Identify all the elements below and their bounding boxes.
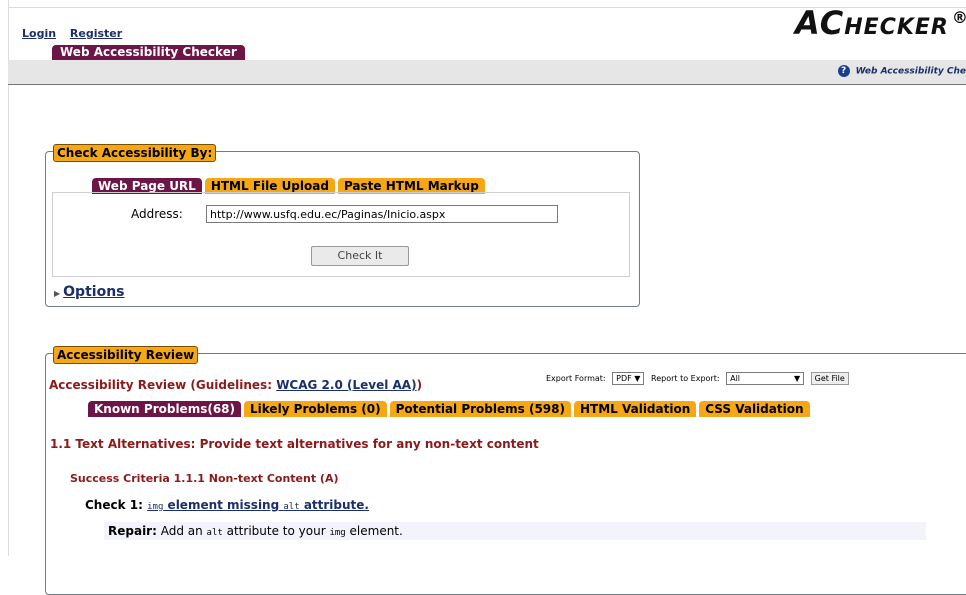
check-1-link[interactable]: img element missing alt attribute. [147, 498, 369, 512]
report-export-select[interactable]: All ▼ [726, 372, 805, 385]
auth-links: Login Register [22, 27, 132, 40]
check-item: Check 1: img element missing alt attribu… [85, 498, 369, 512]
address-input[interactable] [206, 205, 558, 223]
check-accessibility-legend: Check Accessibility By: [53, 144, 217, 162]
nav-bar: ? Web Accessibility Che [8, 60, 966, 85]
tab-known-problems[interactable]: Known Problems(68) [88, 401, 242, 417]
get-file-button[interactable]: Get File [810, 372, 849, 385]
accessibility-review-panel: Accessibility Review Export Format: PDF … [45, 346, 966, 595]
guidelines-link[interactable]: WCAG 2.0 (Level AA) [276, 378, 416, 392]
export-controls: Export Format: PDF ▼ Report to Export: A… [546, 372, 849, 385]
login-link[interactable]: Login [22, 27, 56, 40]
tab-likely-problems[interactable]: Likely Problems (0) [244, 401, 387, 417]
nav-help-link[interactable]: ? Web Accessibility Che [837, 65, 966, 77]
tab-css-validation[interactable]: CSS Validation [699, 401, 810, 417]
review-tabs: Known Problems(68) Likely Problems (0) P… [88, 401, 813, 417]
achecker-logo: ACHECKER® [795, 4, 966, 42]
export-format-select[interactable]: PDF ▼ [612, 372, 645, 385]
site-tab[interactable]: Web Accessibility Checker [52, 45, 245, 60]
url-form: Address: Check It [52, 192, 630, 277]
triangle-right-icon: ▶ [54, 289, 61, 298]
register-link[interactable]: Register [70, 27, 122, 40]
accessibility-review-legend: Accessibility Review [53, 346, 199, 364]
tab-potential-problems[interactable]: Potential Problems (598) [389, 401, 571, 417]
check-accessibility-panel: Check Accessibility By: Web Page URL HTM… [45, 144, 640, 307]
tab-html-validation[interactable]: HTML Validation [573, 401, 697, 417]
section-heading: 1.1 Text Alternatives: Provide text alte… [50, 437, 539, 451]
options-toggle[interactable]: ▶ Options [54, 284, 125, 300]
review-title: Accessibility Review (Guidelines: WCAG 2… [49, 378, 423, 392]
address-label: Address: [131, 207, 183, 221]
check-it-button[interactable]: Check It [311, 246, 409, 266]
repair-text: Repair: Add an alt attribute to your img… [108, 524, 403, 538]
success-criteria-heading: Success Criteria 1.1.1 Non-text Content … [70, 472, 339, 485]
help-icon: ? [837, 65, 850, 77]
